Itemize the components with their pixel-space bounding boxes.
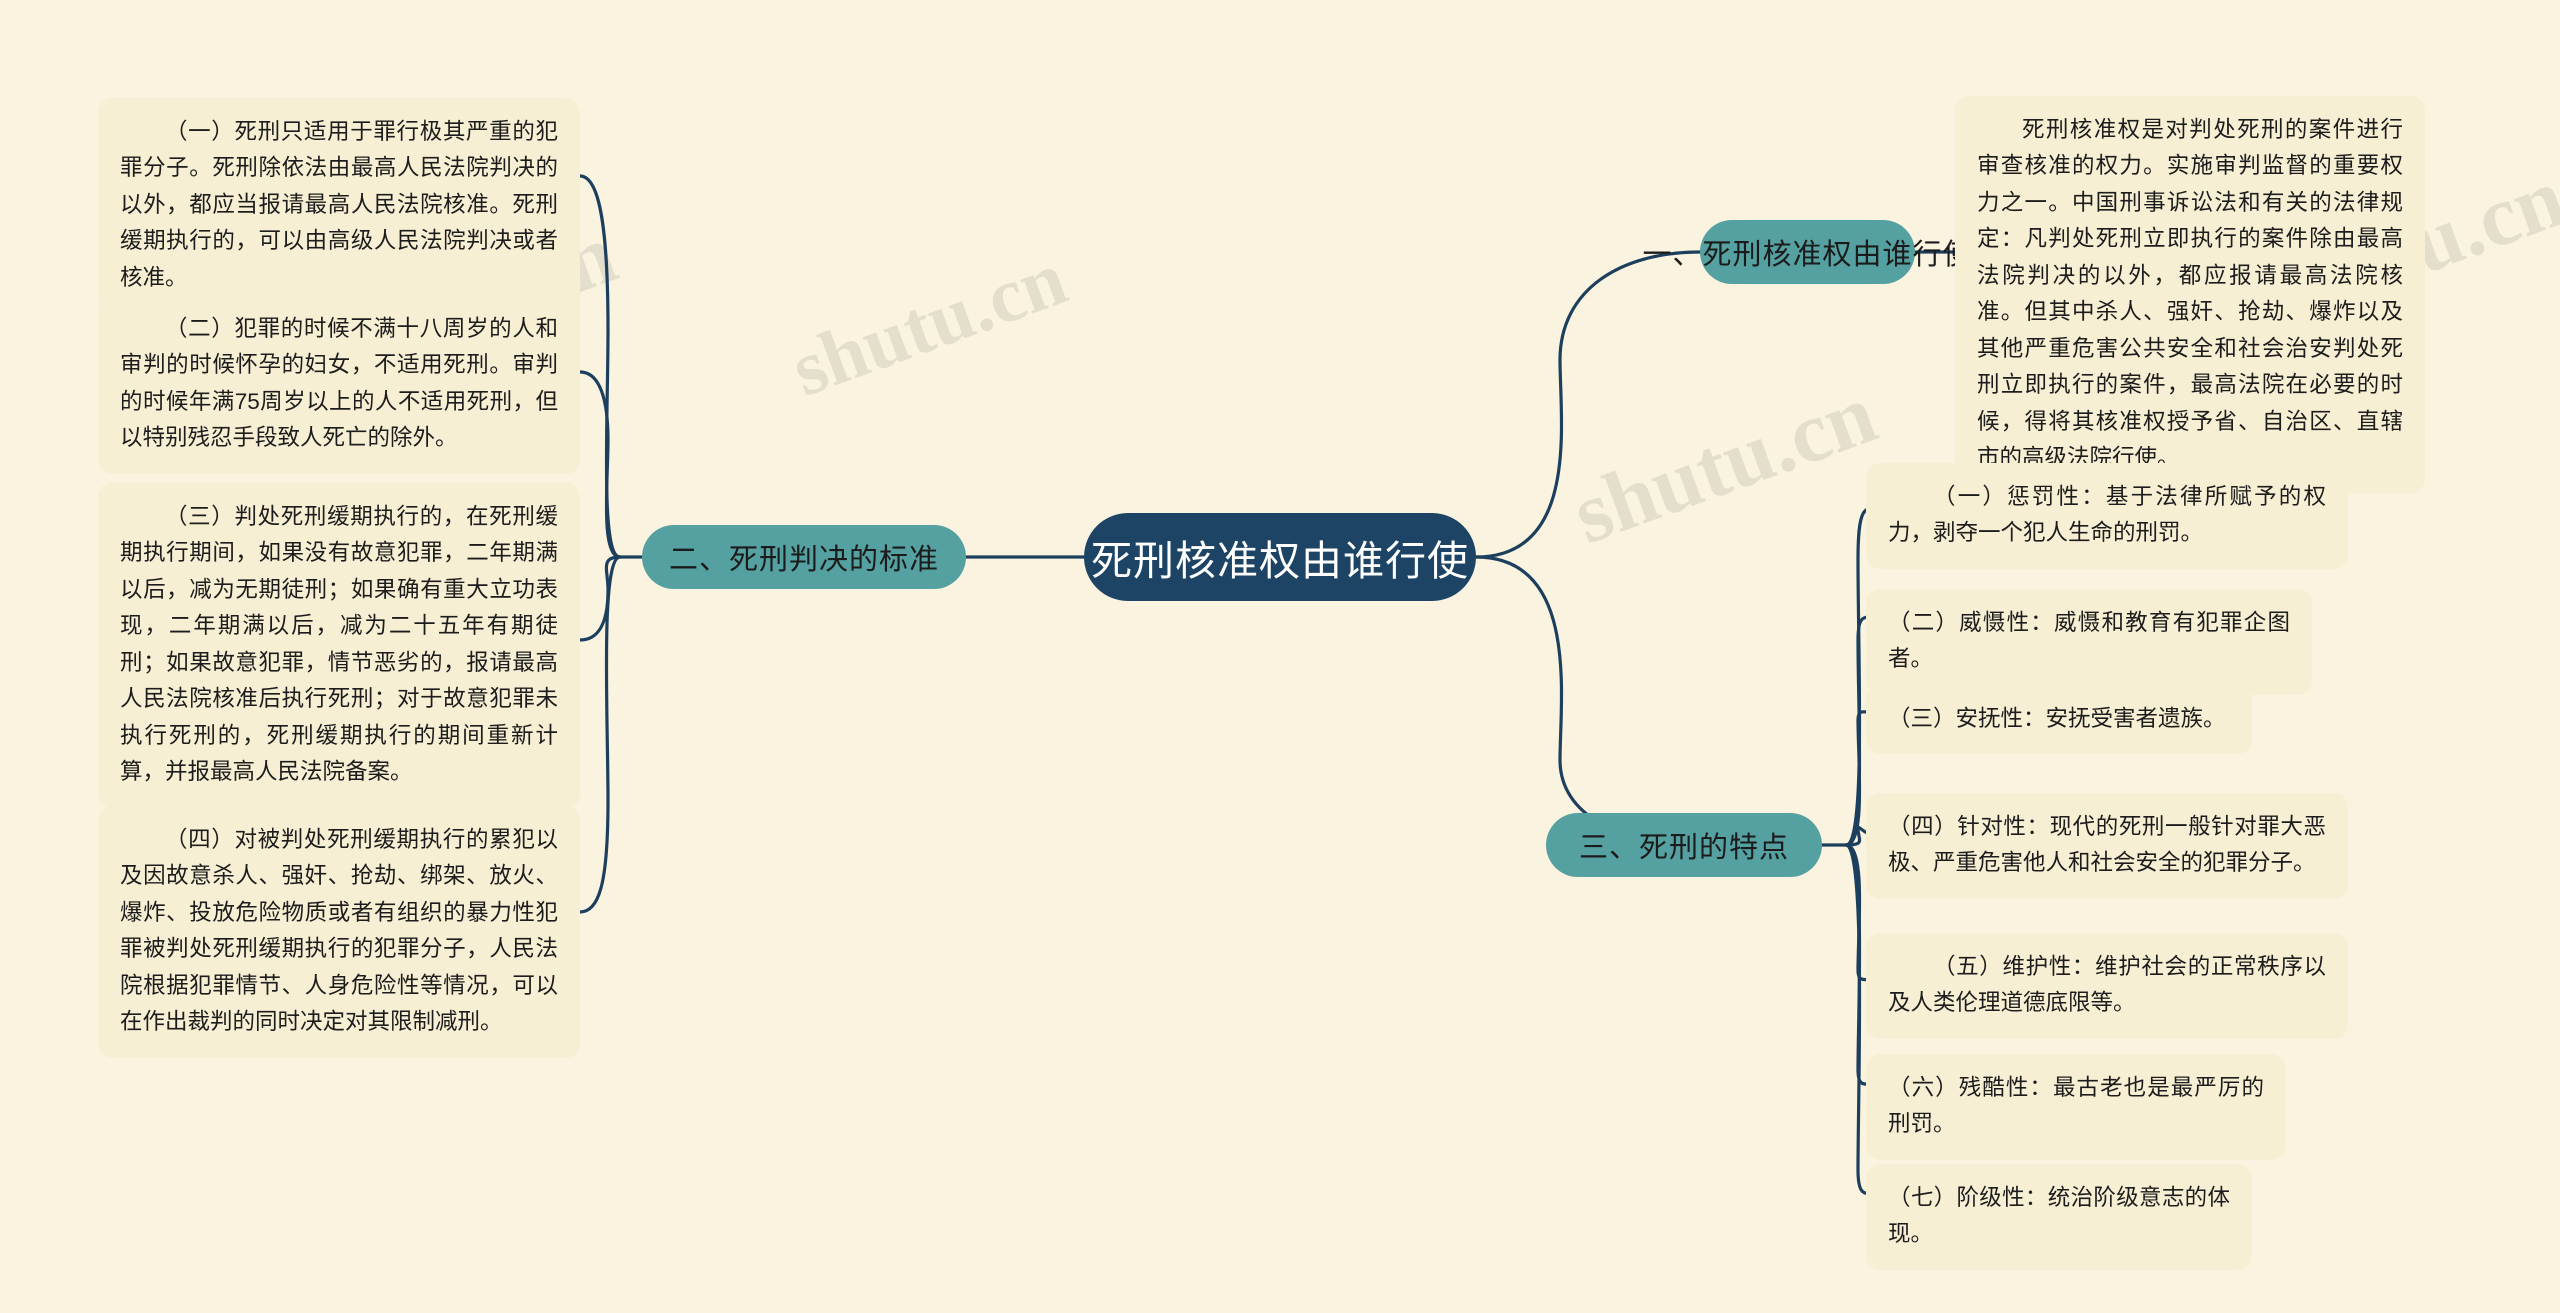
branch-node-1-label: 一、死刑核准权由谁行使 bbox=[1642, 239, 1973, 271]
leaf-node-3-1[interactable]: （一）惩罚性：基于法律所赋予的权力，剥夺一个犯人生命的刑罚。 bbox=[1866, 463, 2348, 569]
leaf-node-2-1[interactable]: （一）死刑只适用于罪行极其严重的犯罪分子。死刑除依法由最高人民法院判决的以外，都… bbox=[98, 98, 580, 314]
leaf-node-3-5[interactable]: （五）维护性：维护社会的正常秩序以及人类伦理道德底限等。 bbox=[1866, 933, 2348, 1039]
leaf-node-2-2[interactable]: （二）犯罪的时候不满十八周岁的人和审判的时候怀孕的妇女，不适用死刑。审判的时候年… bbox=[98, 295, 580, 474]
branch-node-1[interactable]: 一、死刑核准权由谁行使 bbox=[1643, 220, 1972, 284]
leaf-node-2-3[interactable]: （三）判处死刑缓期执行的，在死刑缓期执行期间，如果没有故意犯罪，二年期满以后，减… bbox=[98, 483, 580, 808]
leaf-node-2-4[interactable]: （四）对被判处死刑缓期执行的累犯以及因故意杀人、强奸、抢劫、绑架、放火、爆炸、投… bbox=[98, 806, 580, 1058]
leaf-node-3-5-text: （五）维护性：维护社会的正常秩序以及人类伦理道德底限等。 bbox=[1888, 954, 2326, 1016]
leaf-node-3-4-text: （四）针对性：现代的死刑一般针对罪大恶极、严重危害他人和社会安全的犯罪分子。 bbox=[1888, 814, 2326, 876]
leaf-node-2-4-text: （四）对被判处死刑缓期执行的累犯以及因故意杀人、强奸、抢劫、绑架、放火、爆炸、投… bbox=[120, 827, 558, 1035]
leaf-node-3-1-text: （一）惩罚性：基于法律所赋予的权力，剥夺一个犯人生命的刑罚。 bbox=[1888, 484, 2326, 546]
leaf-node-3-4[interactable]: （四）针对性：现代的死刑一般针对罪大恶极、严重危害他人和社会安全的犯罪分子。 bbox=[1866, 793, 2348, 899]
watermark: shutu.cn bbox=[1560, 364, 1888, 563]
branch-node-3[interactable]: 三、死刑的特点 bbox=[1546, 813, 1822, 877]
leaf-node-2-3-text: （三）判处死刑缓期执行的，在死刑缓期执行期间，如果没有故意犯罪，二年期满以后，减… bbox=[120, 504, 558, 785]
leaf-node-3-6-text: （六）残酷性：最古老也是最严厉的刑罚。 bbox=[1888, 1075, 2264, 1137]
leaf-node-3-6[interactable]: （六）残酷性：最古老也是最严厉的刑罚。 bbox=[1866, 1054, 2286, 1160]
mindmap-canvas: shutu.cn shutu.cn shutu.cn 树图 shutu.cn bbox=[0, 0, 2560, 1313]
leaf-node-3-7-text: （七）阶级性：统治阶级意志的体现。 bbox=[1888, 1185, 2230, 1247]
leaf-node-3-3-text: （三）安抚性：安抚受害者遗族。 bbox=[1888, 706, 2226, 731]
leaf-node-1-1[interactable]: 死刑核准权是对判处死刑的案件进行审查核准的权力。实施审判监督的重要权力之一。中国… bbox=[1955, 96, 2425, 494]
leaf-node-3-2[interactable]: （二）威慑性：威慑和教育有犯罪企图者。 bbox=[1866, 589, 2312, 695]
leaf-node-3-2-text: （二）威慑性：威慑和教育有犯罪企图者。 bbox=[1888, 610, 2290, 672]
branch-node-2[interactable]: 二、死刑判决的标准 bbox=[642, 525, 966, 589]
watermark: shutu.cn bbox=[780, 233, 1077, 413]
leaf-node-3-3[interactable]: （三）安抚性：安抚受害者遗族。 bbox=[1866, 685, 2252, 755]
branch-node-3-label: 三、死刑的特点 bbox=[1578, 832, 1789, 864]
leaf-node-3-7[interactable]: （七）阶级性：统治阶级意志的体现。 bbox=[1866, 1164, 2252, 1270]
leaf-node-2-2-text: （二）犯罪的时候不满十八周岁的人和审判的时候怀孕的妇女，不适用死刑。审判的时候年… bbox=[120, 316, 558, 451]
branch-node-2-label: 二、死刑判决的标准 bbox=[669, 544, 940, 576]
root-node-label: 死刑核准权由谁行使 bbox=[1091, 538, 1469, 584]
root-node[interactable]: 死刑核准权由谁行使 bbox=[1084, 513, 1476, 601]
leaf-node-2-1-text: （一）死刑只适用于罪行极其严重的犯罪分子。死刑除依法由最高人民法院判决的以外，都… bbox=[120, 119, 558, 290]
leaf-node-1-1-text: 死刑核准权是对判处死刑的案件进行审查核准的权力。实施审判监督的重要权力之一。中国… bbox=[1977, 117, 2403, 470]
